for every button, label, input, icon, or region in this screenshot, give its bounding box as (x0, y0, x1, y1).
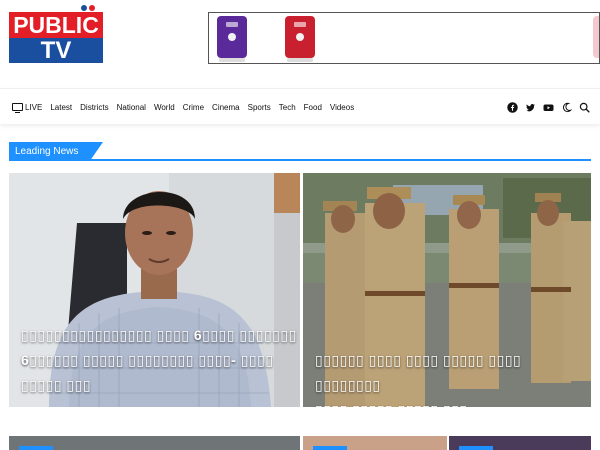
ad-product-image-purple (217, 16, 247, 62)
youtube-icon[interactable] (543, 102, 554, 113)
logo-dot-icon (89, 5, 95, 11)
public-tv-logo[interactable]: PUBLIC TV (9, 5, 103, 63)
logo-text-public: PUBLIC (9, 12, 103, 38)
ad-product-image-pink (593, 16, 599, 58)
ad-product-image-red (285, 16, 315, 62)
nav-item-live[interactable]: LIVE (12, 103, 42, 113)
nav-item-food[interactable]: Food (304, 103, 322, 112)
nav-item-cinema[interactable]: Cinema (212, 103, 240, 112)
nav-item-videos[interactable]: Videos (330, 103, 354, 112)
news-card-thumbnail[interactable] (303, 436, 447, 450)
search-icon[interactable] (579, 102, 590, 113)
nav-item-latest[interactable]: Latest (50, 103, 72, 112)
nav-item-districts[interactable]: Districts (80, 103, 108, 112)
category-badge (313, 446, 347, 450)
category-badge (459, 446, 493, 450)
nav-menu: LIVE Latest Districts National World Cri… (12, 89, 362, 125)
nav-item-crime[interactable]: Crime (183, 103, 204, 112)
logo-dot-icon (81, 5, 87, 11)
news-card[interactable]: ▯▯▯▯▯▯ ▯▯▯▯ ▯▯▯▯ ▯▯▯▯▯ ▯▯▯▯ ▯▯▯▯▯▯▯▯ ▯▯▯… (303, 173, 591, 407)
dark-mode-moon-icon[interactable] (561, 102, 572, 113)
facebook-icon[interactable] (507, 101, 518, 113)
twitter-icon[interactable] (525, 102, 536, 113)
site-header: PUBLIC TV (0, 0, 600, 88)
news-card-thumbnail[interactable] (9, 436, 300, 450)
advertisement-banner[interactable] (208, 12, 600, 64)
main-navigation: LIVE Latest Districts National World Cri… (0, 88, 600, 124)
tv-icon (12, 103, 23, 113)
news-card-thumbnail[interactable] (449, 436, 591, 450)
logo-text-tv: TV (9, 38, 103, 63)
category-badge (19, 446, 53, 450)
nav-item-world[interactable]: World (154, 103, 175, 112)
news-card[interactable]: ▯▯▯▯▯▯▯▯▯▯▯▯▯▯▯▯ ▯▯▯▯ 6▯▯▯▯ ▯▯▯▯▯▯▯ 6▯▯▯… (9, 173, 300, 407)
nav-item-tech[interactable]: Tech (279, 103, 296, 112)
nav-item-national[interactable]: National (117, 103, 146, 112)
section-title-leading-news: Leading News (9, 142, 103, 161)
news-card-headline[interactable]: ▯▯▯▯▯▯▯▯▯▯▯▯▯▯▯▯ ▯▯▯▯ 6▯▯▯▯ ▯▯▯▯▯▯▯ 6▯▯▯… (21, 323, 297, 398)
section-divider (9, 159, 591, 161)
nav-social-icons (500, 89, 590, 125)
news-card-headline[interactable]: ▯▯▯▯▯▯ ▯▯▯▯ ▯▯▯▯ ▯▯▯▯▯ ▯▯▯▯ ▯▯▯▯▯▯▯▯ ▯▯▯… (315, 348, 591, 407)
nav-item-sports[interactable]: Sports (248, 103, 271, 112)
